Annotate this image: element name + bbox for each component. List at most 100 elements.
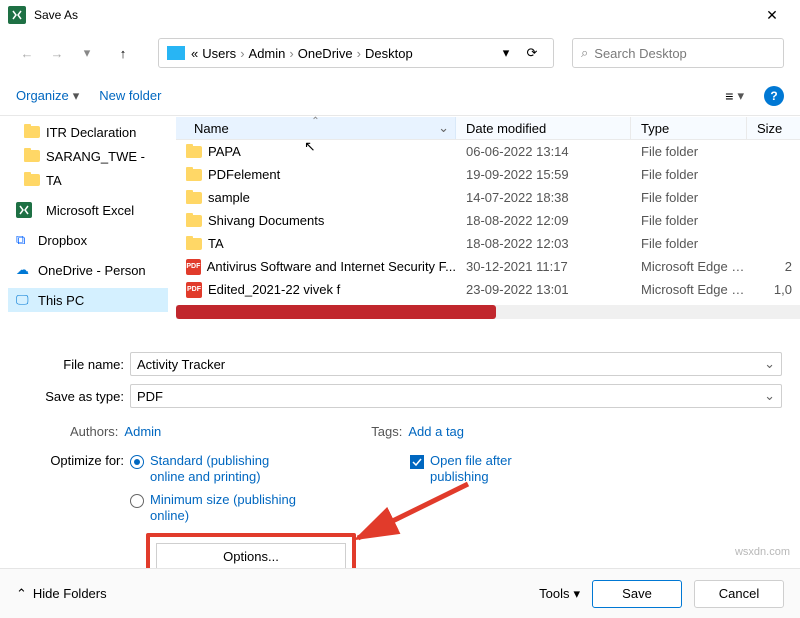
radio-minimum[interactable]: Minimum size (publishing online) (130, 492, 300, 523)
breadcrumb-chevron: « (191, 46, 198, 61)
window-title: Save As (34, 8, 78, 22)
file-name: TA (208, 236, 224, 251)
dropdown-icon[interactable]: ⌄ (764, 356, 775, 372)
view-mode-button[interactable]: ≡▾ (725, 88, 744, 104)
sidebar-folder[interactable]: TA (8, 168, 168, 192)
breadcrumb-item[interactable]: Users (202, 46, 236, 61)
column-header-date[interactable]: Date modified (456, 117, 631, 139)
column-header-size[interactable]: Size (747, 117, 800, 139)
folder-icon (24, 150, 40, 162)
file-date: 14-07-2022 18:38 (456, 190, 631, 205)
forward-button[interactable]: → (46, 42, 68, 64)
checkbox-open-after[interactable]: Open file after publishing (410, 453, 540, 523)
breadcrumb-item[interactable]: Admin (249, 46, 286, 61)
file-date: 18-08-2022 12:09 (456, 213, 631, 228)
back-button[interactable]: ← (16, 42, 38, 64)
sidebar-item-excel[interactable]: Microsoft Excel (8, 198, 168, 222)
column-header-name[interactable]: ⌃Name⌄ (176, 117, 456, 139)
search-icon: ⌕ (581, 45, 588, 61)
file-name-label: File name: (20, 357, 130, 372)
pdf-icon: PDF (186, 282, 202, 298)
file-name: PDFelement (208, 167, 280, 182)
sidebar-item-thispc[interactable]: 🖵This PC (8, 288, 168, 312)
sidebar-item-dropbox[interactable]: ⧉Dropbox (8, 228, 168, 252)
horizontal-scrollbar[interactable] (176, 305, 800, 319)
command-bar: Organize▾ New folder ≡▾ ? (0, 76, 800, 116)
sidebar-item-onedrive[interactable]: ☁OneDrive - Person (8, 258, 168, 282)
recent-dropdown[interactable]: ▾ (76, 42, 98, 64)
file-row[interactable]: PAPA 06-06-2022 13:14File folder (176, 140, 800, 163)
dialog-footer: ⌃Hide Folders Tools▾ Save Cancel (0, 568, 800, 618)
organize-menu[interactable]: Organize▾ (16, 88, 79, 104)
file-type: File folder (631, 167, 747, 182)
drive-icon (167, 46, 185, 60)
column-headers: ⌃Name⌄ Date modified Type Size (176, 116, 800, 140)
folder-icon (186, 169, 202, 181)
column-filter-icon[interactable]: ⌄ (432, 120, 455, 136)
chevron-up-icon: ⌃ (16, 586, 27, 602)
title-bar: Save As ✕ (0, 0, 800, 30)
file-date: 30-12-2021 11:17 (456, 259, 631, 274)
file-date: 06-06-2022 13:14 (456, 144, 631, 159)
file-row[interactable]: PDF Antivirus Software and Internet Secur… (176, 255, 800, 278)
file-date: 23-09-2022 13:01 (456, 282, 631, 297)
file-type: File folder (631, 144, 747, 159)
file-row[interactable]: PDF Edited_2021-22 vivek f 23-09-2022 13:0… (176, 278, 800, 301)
new-folder-button[interactable]: New folder (99, 88, 161, 103)
hide-folders-button[interactable]: ⌃Hide Folders (16, 586, 107, 602)
folder-icon (186, 215, 202, 227)
file-list: ⌃Name⌄ Date modified Type Size PAPA 06-06… (176, 116, 800, 342)
up-button[interactable]: ↑ (112, 42, 134, 64)
file-row[interactable]: Shivang Documents18-08-2022 12:09File fo… (176, 209, 800, 232)
file-size: 2 (747, 259, 800, 274)
file-row[interactable]: TA 18-08-2022 12:03File folder (176, 232, 800, 255)
close-button[interactable]: ✕ (752, 7, 792, 24)
file-row[interactable]: PDFelement 19-09-2022 15:59File folder (176, 163, 800, 186)
thispc-icon: 🖵 (16, 292, 32, 308)
pdf-icon: PDF (186, 259, 201, 275)
dropdown-icon[interactable]: ⌄ (764, 388, 775, 404)
tags-label: Tags: (371, 424, 402, 439)
address-dropdown[interactable]: ▾ (499, 45, 513, 61)
scrollbar-thumb[interactable] (176, 305, 496, 319)
authors-value[interactable]: Admin (124, 424, 161, 439)
excel-app-icon (8, 6, 26, 24)
search-input[interactable]: ⌕ Search Desktop (572, 38, 784, 68)
file-name: Edited_2021-22 vivek f (208, 282, 340, 297)
file-date: 18-08-2022 12:03 (456, 236, 631, 251)
radio-icon (130, 455, 144, 469)
save-type-input[interactable]: PDF⌄ (130, 384, 782, 408)
file-type: File folder (631, 190, 747, 205)
file-name: sample (208, 190, 250, 205)
help-button[interactable]: ? (764, 86, 784, 106)
breadcrumb-item[interactable]: OneDrive (298, 46, 353, 61)
refresh-button[interactable]: ⟳ (517, 45, 547, 61)
sidebar-folder[interactable]: SARANG_TWE - (8, 144, 168, 168)
save-button[interactable]: Save (592, 580, 682, 608)
address-bar[interactable]: « Users› Admin› OneDrive› Desktop ▾ ⟳ (158, 38, 554, 68)
radio-icon (130, 494, 144, 508)
folder-icon (186, 146, 202, 158)
cancel-button[interactable]: Cancel (694, 580, 784, 608)
file-name: Shivang Documents (208, 213, 324, 228)
options-button[interactable]: Options... (156, 543, 346, 569)
file-type: File folder (631, 236, 747, 251)
save-type-label: Save as type: (20, 389, 130, 404)
sort-indicator-icon: ⌃ (311, 116, 319, 127)
main-area: ITR Declaration SARANG_TWE - TA Microsof… (0, 116, 800, 342)
file-name: PAPA (208, 144, 241, 159)
file-date: 19-09-2022 15:59 (456, 167, 631, 182)
tags-value[interactable]: Add a tag (408, 424, 464, 439)
file-name-input[interactable]: Activity Tracker⌄ (130, 352, 782, 376)
radio-standard[interactable]: Standard (publishing online and printing… (130, 453, 300, 484)
sidebar-folder[interactable]: ITR Declaration (8, 120, 168, 144)
folder-icon (24, 174, 40, 186)
file-name: Antivirus Software and Internet Security… (207, 259, 456, 274)
onedrive-icon: ☁ (16, 262, 32, 278)
search-placeholder: Search Desktop (594, 46, 687, 61)
tools-menu[interactable]: Tools▾ (539, 586, 580, 602)
file-row[interactable]: sample 14-07-2022 18:38File folder (176, 186, 800, 209)
breadcrumb-item[interactable]: Desktop (365, 46, 413, 61)
column-header-type[interactable]: Type (631, 117, 747, 139)
dropbox-icon: ⧉ (16, 232, 32, 248)
